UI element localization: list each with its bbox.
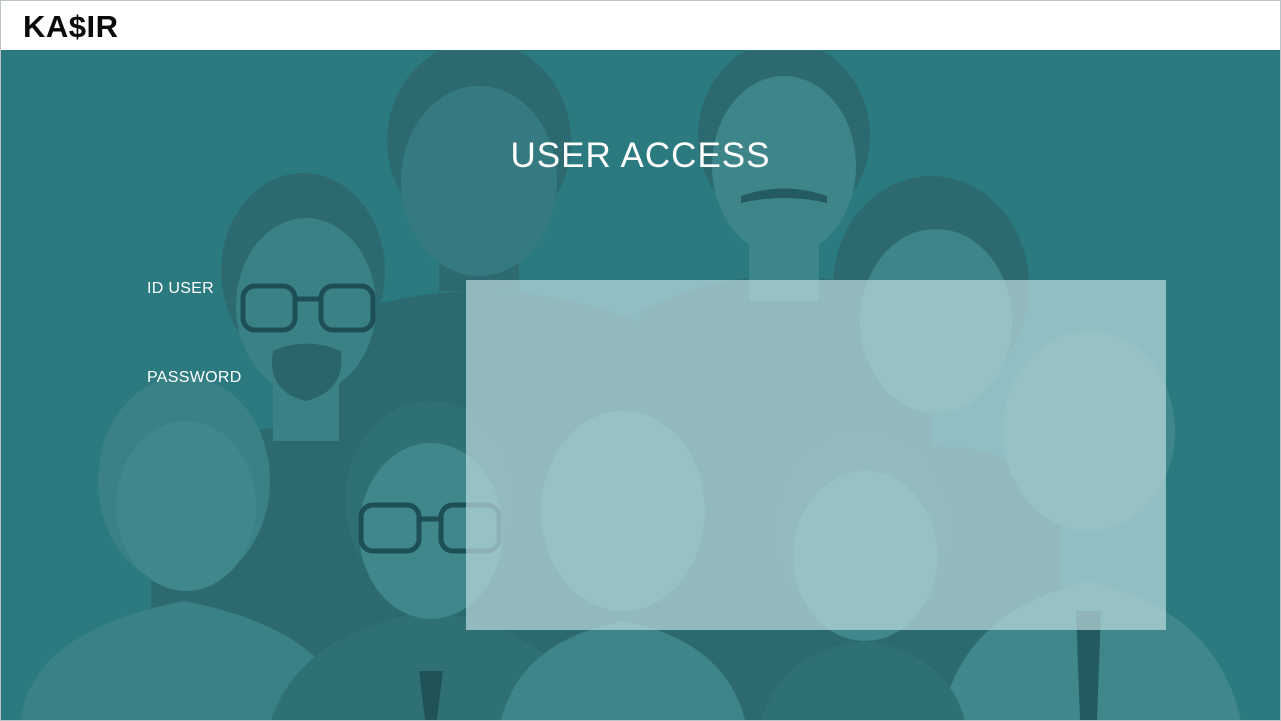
id-user-label: ID USER (147, 280, 214, 297)
person-figure (116, 421, 256, 591)
id-user-input[interactable] (466, 280, 1166, 320)
top-bar: KA$IR (1, 1, 1280, 51)
login-stage: USER ACCESS ID USER PASSWORD (1, 51, 1280, 720)
login-form-panel (466, 280, 1166, 630)
password-input[interactable] (466, 369, 1166, 409)
password-label: PASSWORD (147, 369, 242, 386)
page-title: USER ACCESS (510, 136, 771, 175)
person-figure (401, 86, 557, 276)
app-logo: KA$IR (23, 9, 119, 44)
